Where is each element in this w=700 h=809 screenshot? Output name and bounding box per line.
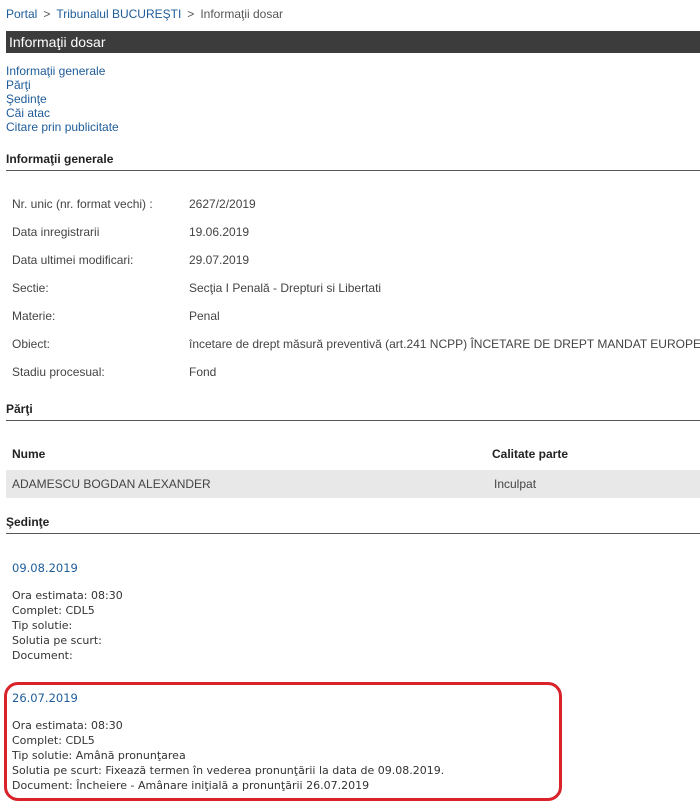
info-value: Secţia I Penală - Drepturi si Libertati <box>189 281 382 295</box>
section-heading-general: Informaţii generale <box>6 152 700 171</box>
column-header-nume: Nume <box>12 447 46 461</box>
hearing-detail: Complet: CDL5 <box>12 604 95 617</box>
info-label: Nr. unic (nr. format vechi) : <box>12 197 153 211</box>
info-label: Stadiu procesual: <box>12 365 105 379</box>
table-row: ADAMESCU BOGDAN ALEXANDER Inculpat <box>6 470 700 498</box>
section-nav: Informaţii generale Părţi Şedinţe Căi at… <box>6 64 119 134</box>
info-label: Data inregistrarii <box>12 225 100 239</box>
column-header-calitate: Calitate parte <box>492 447 569 461</box>
info-value: 2627/2/2019 <box>189 197 256 211</box>
hearing-detail: Complet: CDL5 <box>12 734 95 747</box>
nav-link-informatii-generale[interactable]: Informaţii generale <box>6 64 119 78</box>
breadcrumb-court-link[interactable]: Tribunalul BUCUREŞTI <box>56 7 181 21</box>
nav-link-parti[interactable]: Părţi <box>6 78 119 92</box>
info-value: Penal <box>189 309 220 323</box>
hearing-detail: Ora estimata: 08:30 <box>12 589 123 602</box>
breadcrumb-separator: > <box>43 7 51 21</box>
info-label: Sectie: <box>12 281 49 295</box>
nav-link-citare[interactable]: Citare prin publicitate <box>6 120 119 134</box>
breadcrumb: Portal > Tribunalul BUCUREŞTI > Informaţii d… <box>6 7 283 21</box>
info-value: Fond <box>189 365 217 379</box>
breadcrumb-current: Informaţii dosar <box>200 7 284 21</box>
hearing-item: 26.07.2019 Ora estimata: 08:30 Complet: … <box>12 691 444 793</box>
breadcrumb-portal-link[interactable]: Portal <box>6 7 37 21</box>
info-label: Materie: <box>12 309 56 323</box>
section-heading-parti: Părţi <box>6 402 700 421</box>
info-value: 29.07.2019 <box>189 253 250 267</box>
hearing-detail: Tip solutie: Amână pronunţarea <box>12 749 186 762</box>
info-label: Data ultimei modificari: <box>12 253 134 267</box>
hearing-item: 09.08.2019 Ora estimata: 08:30 Complet: … <box>12 561 123 663</box>
party-role: Inculpat <box>494 477 537 491</box>
parti-table-header: Nume Calitate parte <box>6 440 700 468</box>
hearing-detail: Ora estimata: 08:30 <box>12 719 123 732</box>
hearing-detail: Document: <box>12 649 73 662</box>
nav-link-cai-atac[interactable]: Căi atac <box>6 106 119 120</box>
section-heading-sedinte: Şedinţe <box>6 515 700 534</box>
nav-link-sedinte[interactable]: Şedinţe <box>6 92 119 106</box>
hearing-detail: Solutia pe scurt: <box>12 634 102 647</box>
info-value: încetare de drept măsură preventivă (art… <box>189 337 700 351</box>
hearing-detail: Solutia pe scurt: Fixează termen în vede… <box>12 764 445 777</box>
hearing-date: 09.08.2019 <box>12 561 78 575</box>
breadcrumb-separator: > <box>187 7 195 21</box>
info-label: Obiect: <box>12 337 51 351</box>
page-title: Informaţii dosar <box>6 31 700 53</box>
info-value: 19.06.2019 <box>189 225 250 239</box>
hearing-detail: Document: Încheiere - Amânare iniţială a… <box>12 779 370 792</box>
hearing-date: 26.07.2019 <box>12 691 78 705</box>
party-name: ADAMESCU BOGDAN ALEXANDER <box>12 477 211 491</box>
hearing-detail: Tip solutie: <box>12 619 73 632</box>
